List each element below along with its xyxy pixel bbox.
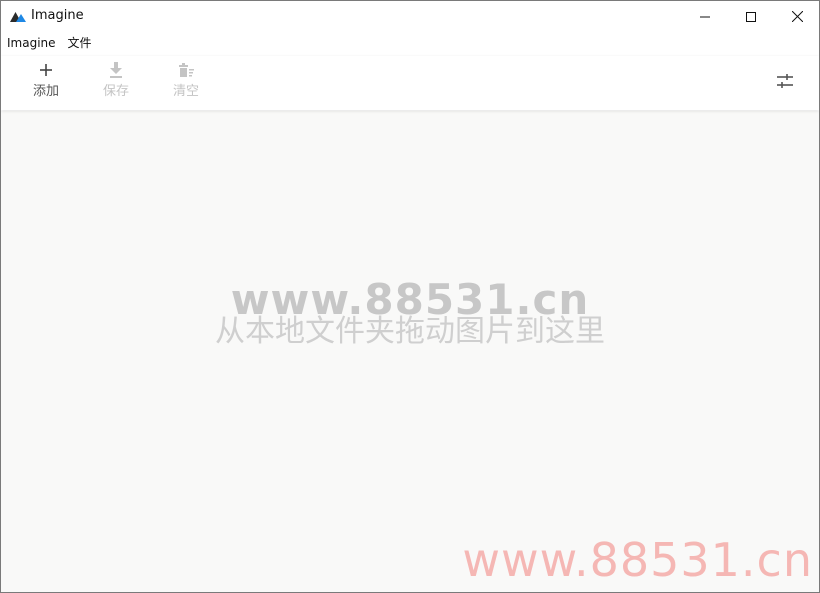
save-button-label: 保存	[102, 84, 129, 99]
clear-list-icon	[176, 60, 196, 80]
add-button[interactable]: 添加	[16, 60, 76, 106]
mountain-logo-icon	[10, 9, 26, 23]
menu-bar: Imagine 文件	[1, 32, 98, 54]
title-bar[interactable]: Imagine	[1, 1, 819, 31]
add-button-label: 添加	[32, 84, 59, 99]
plus-icon	[36, 60, 56, 80]
download-icon	[106, 60, 126, 80]
clear-button[interactable]: 清空	[156, 60, 216, 106]
clear-button-label: 清空	[172, 84, 199, 99]
menu-file[interactable]: 文件	[62, 33, 98, 53]
toolbar: 添加 保存 清空	[1, 56, 819, 110]
sliders-icon	[776, 73, 794, 93]
drop-area[interactable]: www.88531.cn 从本地文件夹拖动图片到这里 www.88531.cn	[1, 111, 819, 592]
save-button[interactable]: 保存	[86, 60, 146, 106]
close-button[interactable]	[774, 1, 819, 31]
corner-watermark-text: www.88531.cn	[462, 533, 813, 587]
close-icon	[791, 7, 803, 26]
settings-button[interactable]	[770, 68, 800, 98]
minimize-icon	[700, 7, 710, 26]
drop-hint-text: 从本地文件夹拖动图片到这里	[215, 314, 605, 349]
menu-imagine[interactable]: Imagine	[1, 33, 62, 53]
maximize-icon	[746, 7, 756, 26]
app-window: Imagine Imagine 文件 添加 保存 清空 www.88531.cn…	[0, 0, 820, 593]
maximize-button[interactable]	[728, 1, 774, 31]
minimize-button[interactable]	[682, 1, 728, 31]
window-title: Imagine	[31, 8, 84, 23]
